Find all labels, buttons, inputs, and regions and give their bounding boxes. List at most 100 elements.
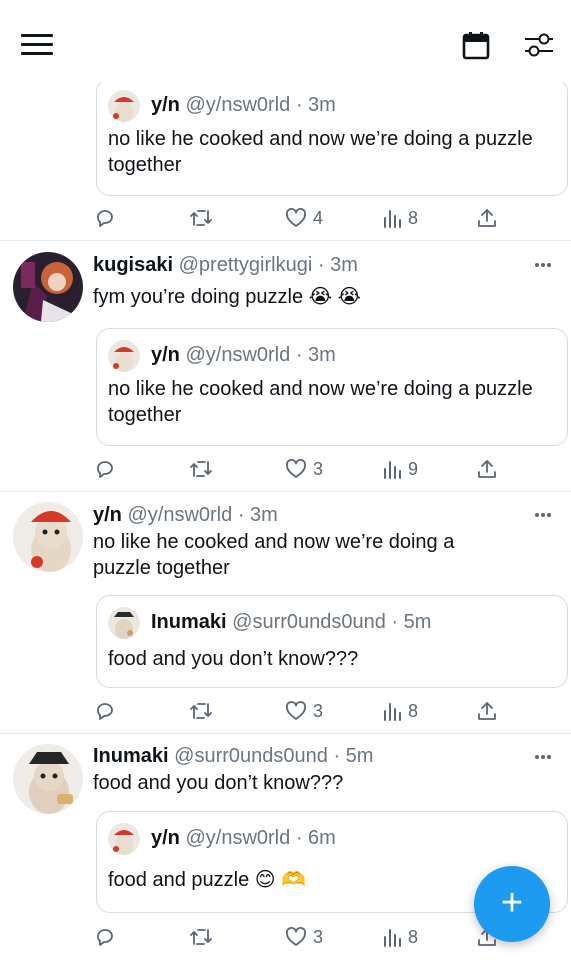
- reply-icon: [97, 929, 113, 946]
- more-options-icon[interactable]: [530, 749, 556, 765]
- author-handle[interactable]: @surr0unds0und: [232, 611, 386, 633]
- quoted-tweet[interactable]: y/n @y/nsw0rld · 3m no like he cooked an…: [96, 328, 568, 446]
- tweet-actions: 3 8: [0, 696, 571, 726]
- views-icon: [384, 210, 401, 228]
- more-options-icon[interactable]: [530, 507, 556, 523]
- avatar: [108, 607, 140, 639]
- author-name[interactable]: y/n: [93, 504, 122, 526]
- compose-tweet-button[interactable]: +: [474, 866, 550, 942]
- separator-dot: ·: [295, 94, 303, 116]
- share-icon: [478, 460, 496, 478]
- reply-button[interactable]: [94, 454, 116, 484]
- author-handle[interactable]: @y/nsw0rld: [185, 827, 290, 849]
- avatar[interactable]: [13, 252, 83, 322]
- views-count: 8: [408, 700, 419, 721]
- separator-dot: ·: [295, 827, 303, 849]
- tweet[interactable]: y/n @y/nsw0rld · 3m no like he cooked an…: [0, 492, 571, 734]
- avatar[interactable]: [13, 744, 83, 814]
- timestamp[interactable]: 5m: [346, 745, 374, 767]
- avatar: [108, 340, 140, 372]
- author-name[interactable]: y/n: [151, 827, 180, 849]
- timestamp[interactable]: 3m: [250, 504, 278, 526]
- quoted-tweet-text: food and you don’t know???: [108, 648, 359, 670]
- timestamp[interactable]: 5m: [404, 611, 432, 633]
- tweet-actions: 3 9: [0, 454, 571, 484]
- avatar: [108, 90, 140, 122]
- like-count: 3: [313, 700, 324, 721]
- tweet-header: y/n @y/nsw0rld · 3m: [93, 504, 278, 527]
- views-icon: [384, 461, 401, 479]
- quoted-tweet-header: y/n @y/nsw0rld · 6m: [151, 827, 336, 850]
- author-handle[interactable]: @y/nsw0rld: [127, 504, 232, 526]
- views-button[interactable]: 9: [382, 454, 418, 484]
- filter-settings-icon[interactable]: [523, 30, 555, 60]
- menu-icon[interactable]: [21, 34, 53, 56]
- retweet-icon: [190, 461, 212, 477]
- heart-icon: [286, 927, 306, 946]
- retweet-icon: [190, 703, 212, 719]
- reply-button[interactable]: [94, 203, 116, 233]
- avatar[interactable]: [13, 502, 83, 572]
- views-icon: [384, 703, 401, 721]
- reply-button[interactable]: [94, 696, 116, 726]
- separator-dot: ·: [295, 344, 303, 366]
- heart-icon: [286, 459, 306, 478]
- avatar: [108, 823, 140, 855]
- share-button[interactable]: [476, 203, 498, 233]
- quoted-tweet[interactable]: y/n @y/nsw0rld · 3m no like he cooked an…: [96, 78, 568, 196]
- views-button[interactable]: 8: [382, 203, 418, 233]
- reply-icon: [97, 703, 113, 720]
- share-icon: [478, 209, 496, 227]
- author-handle[interactable]: @y/nsw0rld: [185, 94, 290, 116]
- retweet-button[interactable]: [189, 203, 213, 233]
- retweet-icon: [190, 929, 212, 945]
- author-handle[interactable]: @surr0unds0und: [174, 745, 328, 767]
- views-button[interactable]: 8: [382, 922, 418, 952]
- quoted-tweet-header: Inumaki @surr0unds0und · 5m: [151, 611, 431, 634]
- tweet-text: fym you’re doing puzzle 😭 😭: [93, 286, 361, 308]
- timestamp[interactable]: 3m: [308, 94, 336, 116]
- share-icon: [478, 702, 496, 720]
- heart-icon: [286, 208, 306, 227]
- like-button[interactable]: 4: [285, 203, 323, 233]
- separator-dot: ·: [333, 745, 341, 767]
- reply-icon: [97, 210, 113, 227]
- tweet-header: Inumaki @surr0unds0und · 5m: [93, 745, 373, 768]
- views-button[interactable]: 8: [382, 696, 418, 726]
- like-count: 4: [313, 207, 324, 228]
- retweet-button[interactable]: [189, 454, 213, 484]
- more-options-icon[interactable]: [530, 257, 556, 273]
- tweet-text: no like he cooked and now we’re doing a …: [93, 531, 455, 579]
- tweet-header: kugisaki @prettygirlkugi · 3m: [93, 254, 358, 277]
- reply-button[interactable]: [94, 922, 116, 952]
- author-handle[interactable]: @prettygirlkugi: [179, 254, 313, 276]
- author-name[interactable]: y/n: [151, 344, 180, 366]
- timestamp[interactable]: 3m: [330, 254, 358, 276]
- retweet-icon: [190, 210, 212, 226]
- author-name[interactable]: Inumaki: [151, 611, 227, 633]
- author-handle[interactable]: @y/nsw0rld: [185, 344, 290, 366]
- like-button[interactable]: 3: [285, 696, 323, 726]
- timestamp[interactable]: 6m: [308, 827, 336, 849]
- like-count: 3: [313, 458, 324, 479]
- views-count: 9: [408, 458, 419, 479]
- timestamp[interactable]: 3m: [308, 344, 336, 366]
- tweet[interactable]: kugisaki @prettygirlkugi · 3m fym you’re…: [0, 241, 571, 492]
- plus-icon: +: [500, 882, 524, 924]
- like-button[interactable]: 3: [285, 922, 323, 952]
- separator-dot: ·: [391, 611, 399, 633]
- retweet-button[interactable]: [189, 922, 213, 952]
- author-name[interactable]: Inumaki: [93, 745, 169, 767]
- like-button[interactable]: 3: [285, 454, 323, 484]
- retweet-button[interactable]: [189, 696, 213, 726]
- quoted-tweet[interactable]: Inumaki @surr0unds0und · 5m food and you…: [96, 595, 568, 688]
- author-name[interactable]: y/n: [151, 94, 180, 116]
- share-button[interactable]: [476, 696, 498, 726]
- calendar-icon[interactable]: [461, 30, 491, 60]
- author-name[interactable]: kugisaki: [93, 254, 173, 276]
- share-button[interactable]: [476, 454, 498, 484]
- quoted-tweet-header: y/n @y/nsw0rld · 3m: [151, 94, 336, 117]
- reply-icon: [97, 461, 113, 478]
- separator-dot: ·: [317, 254, 325, 276]
- tweet-text: food and you don’t know???: [93, 772, 344, 794]
